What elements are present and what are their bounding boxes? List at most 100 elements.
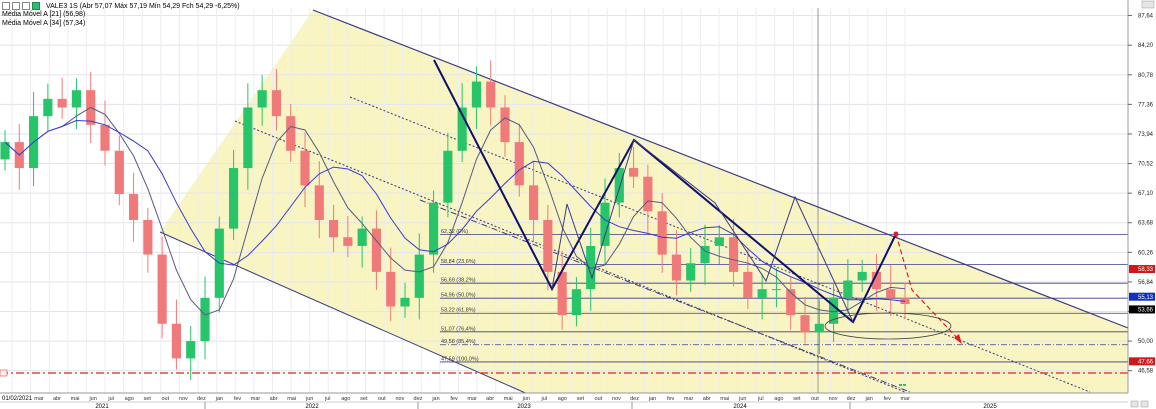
month-tick-label: jun [522,396,530,402]
month-tick-label: set [793,396,801,402]
candle-down [129,194,139,220]
candle-down [800,315,810,333]
candle-up [443,150,453,203]
price-tick-label: 50,00 [1138,339,1154,345]
month-tick-label: set [577,396,585,402]
month-tick-label: dez [414,396,423,402]
projection-start-point [893,231,899,237]
candle-down [100,124,110,151]
fib-level-label: 62,32 (0%) [441,229,468,235]
candle-down [886,289,896,298]
price-tick-label: 63,68 [1138,221,1154,227]
year-label: 2021 [95,404,109,409]
zoom-out-icon [1130,400,1139,408]
candle-up [571,289,581,316]
chart-area[interactable]: 62,32 (0%) 58,84 (23,6%) 56,69 (38,2%) 54,9… [0,0,1156,409]
date-axis-start-label: 01/02/2021 [2,396,33,402]
ma21-legend: Média Móvel A [21] (56,98) [2,11,86,18]
candle-down [500,107,510,143]
month-tick-label: ago [774,396,783,402]
month-tick-label: out [811,396,819,402]
candle-up [229,168,239,229]
month-tick-label: mar [467,396,477,402]
price-chart[interactable]: 62,32 (0%) 58,84 (23,6%) 56,69 (38,2%) 54,9… [0,0,1156,409]
candle-down [514,142,524,186]
month-tick-label: jan [648,396,656,402]
candle-down [529,185,539,220]
candle-up [200,297,210,342]
candle-up [757,289,767,298]
month-tick-label: jul [324,396,331,402]
chart-header-line1: VALE3 1S (Abr 57,07 Máx 57,19 Mín 54,29 … [2,2,240,10]
month-tick-label: set [144,396,152,402]
month-tick-label: fev [450,396,458,402]
month-tick-label: jan [864,396,872,402]
candle-up [43,98,53,117]
fib-level-label: 53,22 (61,8%) [441,308,476,314]
month-tick-label: abr [53,396,61,402]
month-tick-label: mai [720,396,729,402]
month-tick-label: jun [88,396,96,402]
month-tick-label: fev [667,396,675,402]
candle-down [114,150,124,195]
month-tick-label: mar [251,396,261,402]
candle-down [543,219,553,272]
price-tick-label: 56,84 [1138,280,1154,286]
price-tick-label: 87,64 [1138,13,1154,19]
month-tick-label: nov [179,396,188,402]
month-tick-label: dez [630,396,639,402]
candle-up [243,107,253,169]
fib-level-label: 47,59 (100,0%) [441,356,479,362]
candle-down [57,98,67,108]
month-tick-label: nov [395,396,404,402]
candle-up [686,263,696,281]
settings-icon[interactable] [12,2,20,10]
month-tick-label: fev [234,396,242,402]
month-tick-label: jun [738,396,746,402]
month-tick-label: mai [504,396,513,402]
candle-down [386,271,396,307]
month-tick-label: ago [125,396,134,402]
month-tick-label: dez [197,396,206,402]
price-badge: 47,66 [1129,357,1155,366]
signal-mark [899,384,902,386]
ma34-legend: Média Móvel A [34] (57,34) [2,20,86,27]
candle-up [429,202,439,255]
price-tick-label: 67,10 [1138,191,1154,197]
month-tick-label: dez [847,396,856,402]
candle-up [857,271,867,281]
price-badge-label: 55,13 [1138,295,1154,301]
fib-level-label: 54,96 (50,0%) [441,293,476,299]
price-badge: 55,13 [1129,292,1155,301]
candle-up [843,280,853,298]
candle-up [186,341,196,359]
candle-up [400,297,410,307]
axis-settings-icon [1141,0,1155,9]
fib-level-label: 51,07 (76,4%) [441,326,476,332]
ohlc-readout: (Abr 57,07 Máx 57,19 Mín 54,29 Fch 54,29… [79,2,240,10]
month-tick-label: ago [341,396,350,402]
month-tick-label: jul [107,396,114,402]
month-tick-label: jun [305,396,313,402]
year-label: 2025 [983,404,997,409]
month-tick-label: ago [558,396,567,402]
collapse-icon[interactable] [2,2,10,10]
left-line-marker [0,369,8,377]
candle-up [357,228,367,246]
fib-level-label: 58,84 (23,6%) [441,259,476,265]
price-tick-label: 80,78 [1138,73,1154,79]
candle-down [157,254,167,324]
candle-down [486,81,496,108]
price-tick-label: 77,36 [1138,102,1154,108]
zoom-in-icon [1140,400,1149,408]
month-tick-label: mar [34,396,44,402]
year-label: 2024 [733,404,747,409]
close-icon[interactable] [22,2,30,10]
indicator-icon[interactable] [32,2,40,10]
month-tick-label: abr [270,396,278,402]
fib-level-label: 56,69 (38,2%) [441,278,476,284]
price-badge-label: 58,33 [1138,267,1154,273]
month-tick-label: out [595,396,603,402]
year-label: 2022 [305,404,319,409]
ticker-label: VALE3 1S [45,2,78,10]
